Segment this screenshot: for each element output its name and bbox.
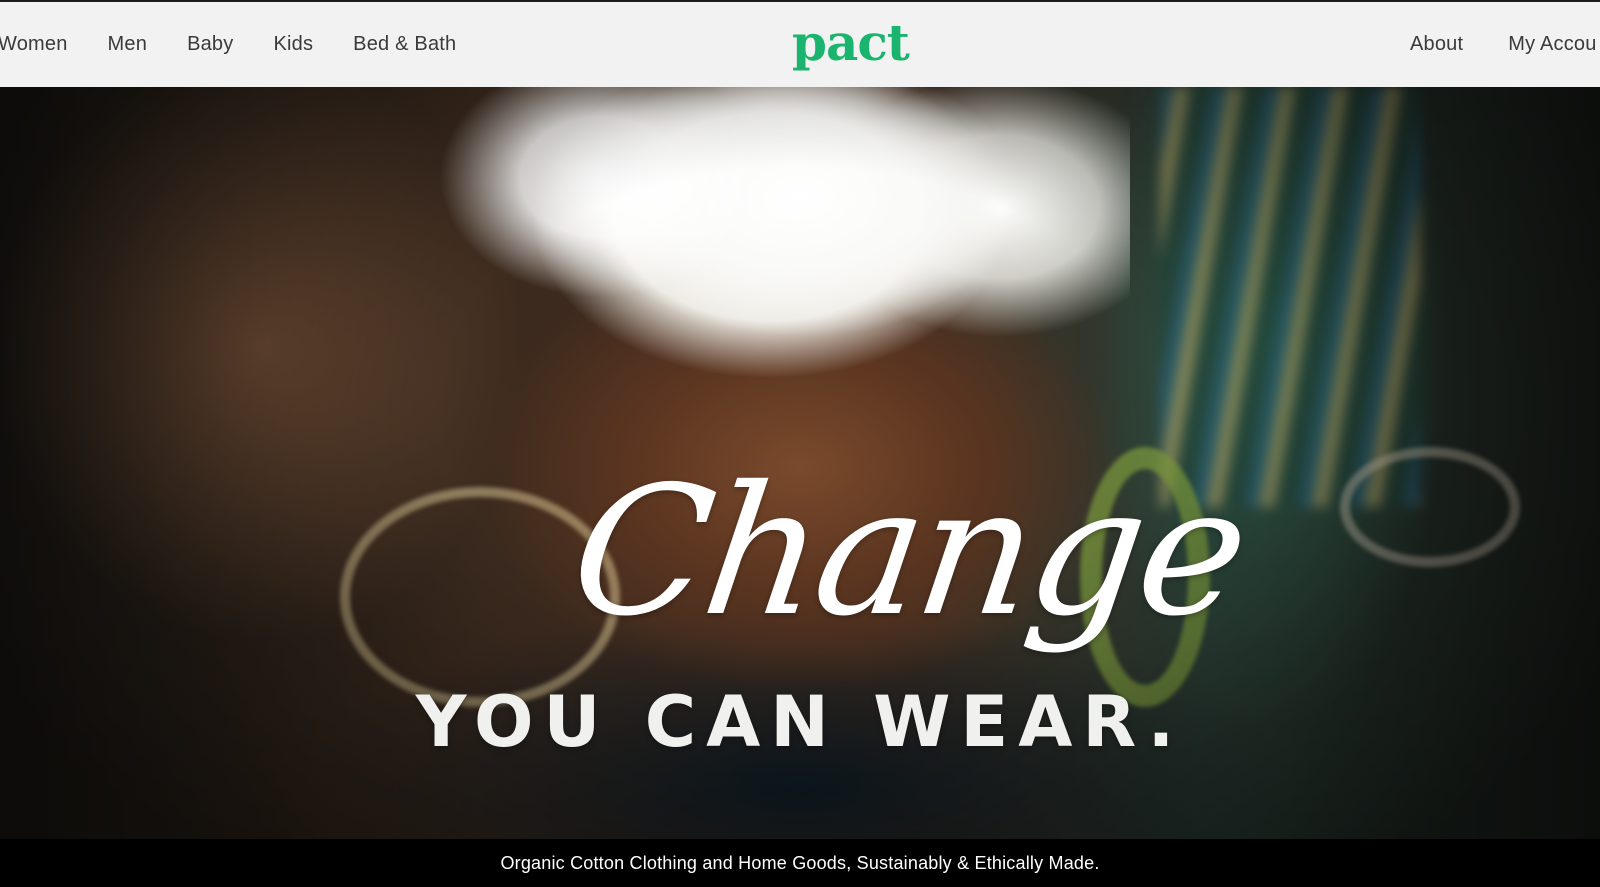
secondary-nav: About My Accou bbox=[1410, 2, 1597, 87]
nav-link-women[interactable]: Women bbox=[0, 33, 68, 56]
pact-logo: pact bbox=[792, 13, 910, 72]
nav-link-bed-bath[interactable]: Bed & Bath bbox=[353, 33, 456, 56]
nav-link-about[interactable]: About bbox=[1410, 33, 1463, 56]
hero-banner[interactable]: Change YOU CAN WEAR. bbox=[0, 87, 1600, 839]
hero-tagline: YOU CAN WEAR. bbox=[415, 681, 1185, 763]
top-navigation-bar: Women Men Baby Kids Bed & Bath pact Abou… bbox=[0, 0, 1600, 87]
nav-link-men[interactable]: Men bbox=[108, 33, 148, 56]
nav-link-kids[interactable]: Kids bbox=[273, 33, 313, 56]
hero-script-headline: Change bbox=[560, 448, 1257, 655]
nav-link-my-account[interactable]: My Accou bbox=[1508, 33, 1596, 56]
pact-logo-link[interactable]: pact bbox=[792, 8, 922, 78]
announcement-text: Organic Cotton Clothing and Home Goods, … bbox=[500, 853, 1100, 873]
primary-nav: Women Men Baby Kids Bed & Bath bbox=[0, 2, 456, 87]
nav-link-baby[interactable]: Baby bbox=[187, 33, 233, 56]
announcement-strip: Organic Cotton Clothing and Home Goods, … bbox=[0, 839, 1600, 887]
